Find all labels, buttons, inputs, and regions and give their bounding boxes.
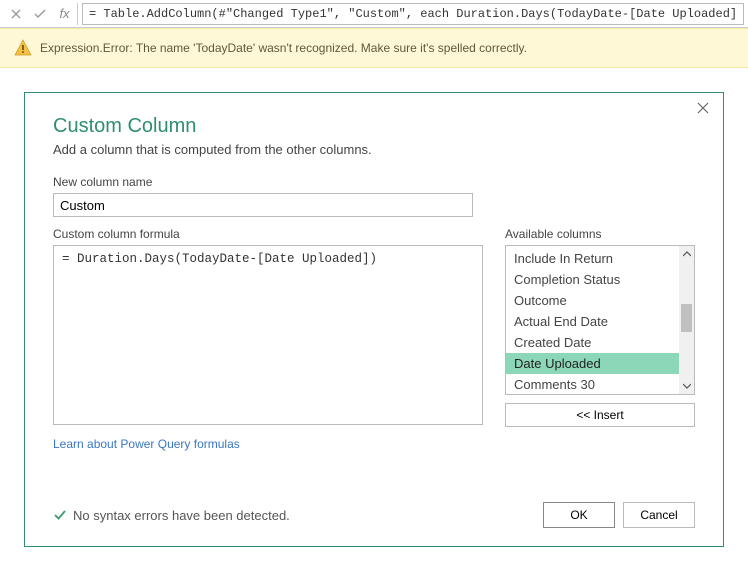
dialog-subtitle: Add a column that is computed from the o… (53, 142, 695, 157)
error-bar: Expression.Error: The name 'TodayDate' w… (0, 28, 748, 68)
new-column-input[interactable] (53, 193, 473, 217)
error-message: Expression.Error: The name 'TodayDate' w… (40, 41, 527, 55)
close-button[interactable] (691, 99, 715, 121)
formula-bar: fx (0, 0, 748, 28)
fx-label: fx (52, 3, 78, 25)
insert-button[interactable]: << Insert (505, 403, 695, 427)
scroll-thumb[interactable] (681, 304, 692, 332)
dialog-title: Custom Column (53, 115, 695, 138)
available-columns-list[interactable]: Include In ReturnCompletion StatusOutcom… (505, 245, 695, 395)
available-column-item[interactable]: Comments 30 (506, 374, 694, 395)
cancel-formula-button[interactable] (4, 3, 28, 25)
available-column-item[interactable]: Outcome (506, 290, 694, 311)
cancel-button[interactable]: Cancel (623, 502, 695, 528)
chevron-down-icon (683, 383, 691, 389)
available-column-item[interactable]: Completion Status (506, 269, 694, 290)
available-column-item[interactable]: Created Date (506, 332, 694, 353)
scroll-down-button[interactable] (679, 378, 694, 394)
accept-formula-button[interactable] (28, 3, 52, 25)
ok-button[interactable]: OK (543, 502, 615, 528)
available-column-item[interactable]: Actual End Date (506, 311, 694, 332)
custom-column-dialog: Custom Column Add a column that is compu… (24, 92, 724, 547)
available-columns-label: Available columns (505, 227, 695, 241)
available-column-item[interactable]: Include In Return (506, 248, 694, 269)
chevron-up-icon (683, 251, 691, 257)
warning-icon (14, 39, 32, 57)
new-column-label: New column name (53, 175, 695, 189)
formula-label: Custom column formula (53, 227, 483, 241)
formula-textarea[interactable] (53, 245, 483, 425)
available-column-item[interactable]: Date Uploaded (506, 353, 694, 374)
close-icon (697, 102, 709, 114)
scrollbar[interactable] (679, 246, 694, 394)
check-icon (53, 508, 67, 522)
status-row: No syntax errors have been detected. (53, 508, 535, 523)
formula-input[interactable] (82, 3, 744, 25)
learn-link[interactable]: Learn about Power Query formulas (53, 437, 483, 451)
scroll-up-button[interactable] (679, 246, 694, 262)
status-text: No syntax errors have been detected. (73, 508, 290, 523)
